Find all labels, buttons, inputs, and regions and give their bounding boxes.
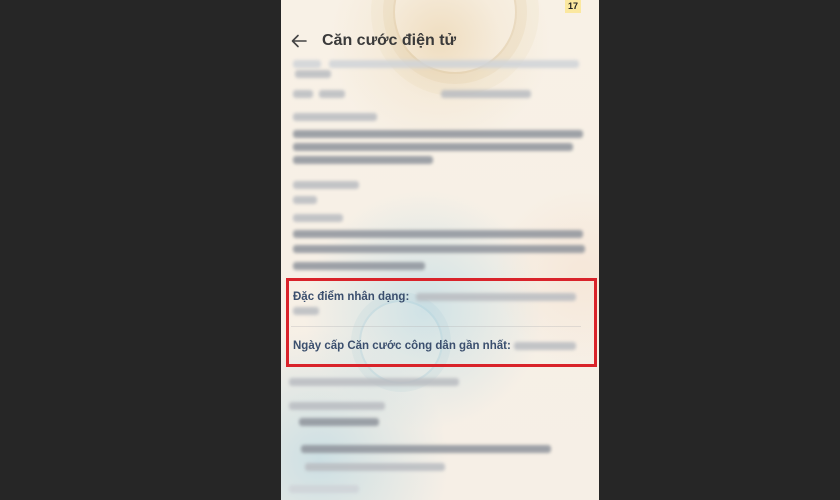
field-label-identifying-features: Đặc điểm nhân dạng: [293,291,410,303]
phone-screen: 17 Căn cước điện tử Đặc điểm nhân dạng: … [281,0,599,500]
back-button[interactable] [282,26,316,56]
field-label-latest-issue-date: Ngày cấp Căn cước công dân gần nhất: [293,340,511,352]
redacted-value [293,307,319,315]
page-title: Căn cước điện tử [322,32,457,49]
divider [291,326,581,327]
status-badge: 17 [564,0,581,13]
arrow-left-icon [291,34,307,48]
redacted-value [416,293,576,301]
app-bar: Căn cước điện tử [281,26,599,56]
redacted-value [514,342,576,350]
